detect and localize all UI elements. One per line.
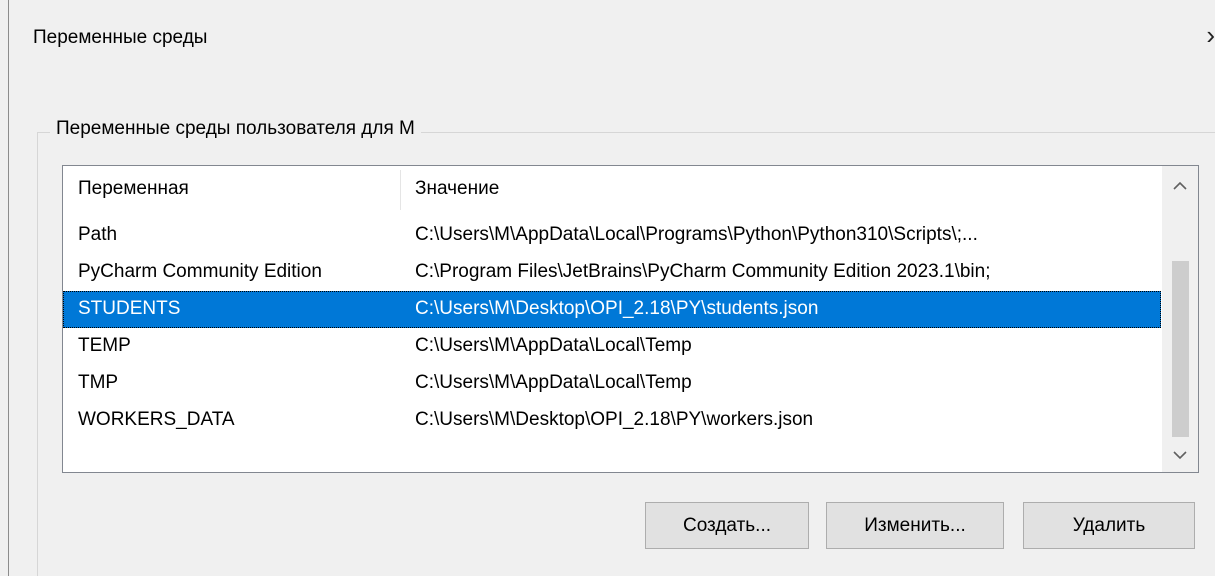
variable-value: C:\Users\M\Desktop\OPI_2.18\PY\workers.j… [415, 409, 814, 430]
column-header-value[interactable]: Значение [415, 178, 499, 200]
vertical-scrollbar[interactable] [1162, 166, 1198, 472]
scrollbar-thumb[interactable] [1172, 261, 1189, 437]
list-header: Переменная Значение [63, 166, 1161, 214]
list-row-workers-data[interactable]: WORKERS_DATA C:\Users\M\Desktop\OPI_2.18… [63, 402, 1161, 439]
dialog-title: Переменные среды [33, 27, 208, 48]
variable-name: Path [78, 224, 118, 245]
user-variables-list[interactable]: Переменная Значение Path C:\Users\M\AppD… [62, 165, 1199, 473]
variable-value: C:\Users\M\AppData\Local\Temp [415, 372, 692, 393]
list-row-tmp[interactable]: TMP C:\Users\M\AppData\Local\Temp [63, 365, 1161, 402]
list-row-students-selected[interactable]: STUDENTS C:\Users\M\Desktop\OPI_2.18\PY\… [63, 291, 1161, 328]
variable-value: C:\Users\M\AppData\Local\Temp [415, 335, 692, 356]
delete-button[interactable]: Удалить [1023, 502, 1195, 549]
list-row-path[interactable]: Path C:\Users\M\AppData\Local\Programs\P… [63, 217, 1161, 254]
variable-value: C:\Users\M\Desktop\OPI_2.18\PY\students.… [415, 298, 819, 319]
window-edge [8, 0, 9, 576]
user-variables-group-label: Переменные среды пользователя для M [50, 118, 421, 140]
environment-variables-dialog: Переменные среды › Переменные среды поль… [0, 0, 1215, 576]
list-rows: Path C:\Users\M\AppData\Local\Programs\P… [63, 217, 1161, 439]
scroll-up-icon[interactable] [1162, 166, 1198, 202]
variable-value: C:\Users\M\AppData\Local\Programs\Python… [415, 224, 978, 245]
variable-value: C:\Program Files\JetBrains\PyCharm Commu… [415, 261, 991, 282]
column-divider[interactable] [400, 170, 401, 210]
list-row-pycharm[interactable]: PyCharm Community Edition C:\Program Fil… [63, 254, 1161, 291]
variable-name: TMP [78, 372, 119, 393]
variable-name: PyCharm Community Edition [78, 261, 322, 282]
variable-name: WORKERS_DATA [78, 409, 235, 430]
close-icon[interactable]: › [1206, 22, 1215, 48]
variable-name: STUDENTS [78, 298, 181, 319]
scroll-down-icon[interactable] [1162, 436, 1198, 472]
column-header-variable[interactable]: Переменная [78, 178, 189, 200]
variable-name: TEMP [78, 335, 131, 356]
create-button[interactable]: Создать... [645, 502, 809, 549]
list-row-temp[interactable]: TEMP C:\Users\M\AppData\Local\Temp [63, 328, 1161, 365]
edit-button[interactable]: Изменить... [826, 502, 1004, 549]
